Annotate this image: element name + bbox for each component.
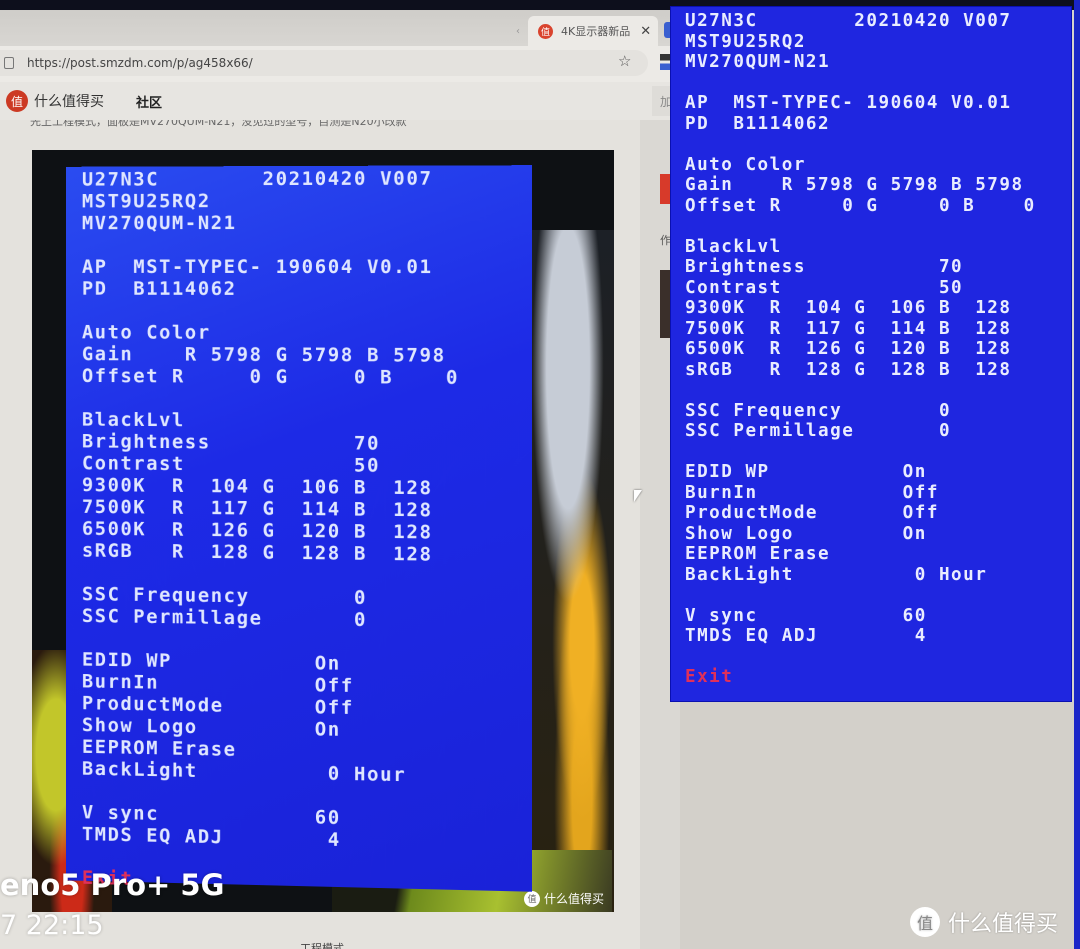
osd-row: Gain R 5798 G 5798 B 5798: [685, 175, 1024, 195]
osd-row: BurnIn Off: [685, 482, 939, 503]
osd-row: PD B1114062: [685, 113, 831, 134]
phone-model-watermark: eno5 Pro+ 5G: [0, 868, 225, 902]
osd-row: ProductMode Off: [685, 503, 939, 523]
osd-spacer: [685, 73, 1071, 94]
osd-row: Offset R 0 G 0 B 0: [685, 195, 1036, 216]
smzdm-logo-icon[interactable]: 值: [6, 90, 28, 112]
osd-spacer: [685, 380, 1071, 401]
screen-edge: [1074, 0, 1080, 949]
osd-row: 9300K R 104 G 106 B 128: [685, 298, 1012, 318]
image-caption: 工程模式: [300, 942, 344, 949]
osd-row: BlackLvl: [81, 408, 185, 432]
site-name[interactable]: 什么值得买: [34, 91, 104, 111]
address-bar: https://post.smzdm.com/p/ag458x66/ ☆: [0, 46, 680, 82]
photo-watermark: 值 什么值得买: [524, 890, 604, 907]
url-text: https://post.smzdm.com/p/ag458x66/: [27, 56, 253, 70]
star-plus-icon[interactable]: ☆: [618, 52, 631, 70]
osd-row: U27N3C 20210420 V007: [81, 167, 433, 191]
browser-tab-active[interactable]: 值 4K显示器新品 ✕: [528, 16, 658, 46]
phone-timestamp: 7 22:15: [0, 910, 104, 941]
osd-spacer: [685, 442, 1071, 463]
osd-factory-menu: U27N3C 20210420 V007 MST9U25RQ2 MV270QUM-N…: [670, 6, 1072, 702]
osd-row: BlackLvl: [685, 236, 782, 257]
osd-row: Auto Color: [81, 321, 211, 344]
osd-row: MV270QUM-N21: [81, 212, 237, 235]
osd-row: Gain R 5798 G 5798 B 5798: [81, 343, 446, 367]
osd-spacer: [685, 134, 1071, 155]
osd-row: U27N3C 20210420 V007: [685, 11, 1012, 31]
osd-spacer: [82, 387, 532, 412]
osd-row: BackLight 0 Hour: [685, 564, 988, 585]
osd-spacer: [685, 585, 1071, 606]
osd-row: sRGB R 128 G 128 B 128: [685, 359, 1012, 380]
lock-icon: [4, 57, 14, 69]
extension-icon[interactable]: [660, 54, 670, 70]
smzdm-favicon-icon: 值: [538, 23, 553, 39]
tab-title: 4K显示器新品: [561, 25, 631, 38]
osd-row: MST9U25RQ2: [81, 190, 211, 213]
osd-spacer: [685, 216, 1071, 237]
watermark-text: 什么值得买: [544, 892, 605, 906]
osd-row: MV270QUM-N21: [685, 52, 831, 72]
smzdm-corner-icon: 值: [910, 907, 940, 937]
osd-row: 6500K R 126 G 120 B 128: [685, 339, 1012, 359]
osd-spacer: [82, 300, 532, 323]
nav-community[interactable]: 社区: [136, 92, 162, 111]
url-input[interactable]: https://post.smzdm.com/p/ag458x66/: [0, 50, 648, 76]
osd-row: SSC Permillage 0: [685, 421, 952, 441]
osd-row: TMDS EQ ADJ 4: [685, 626, 927, 646]
corner-watermark: 值 什么值得买: [910, 906, 1058, 938]
osd-row: MST9U25RQ2: [685, 31, 806, 52]
osd-exit-item[interactable]: Exit: [685, 667, 1071, 688]
osd-row: Auto Color: [685, 154, 806, 175]
corner-watermark-text: 什么值得买: [948, 912, 1059, 937]
osd-spacer: [685, 647, 1071, 668]
osd-row: Contrast 50: [685, 277, 964, 298]
site-header: 值 什么值得买 社区 加: [0, 82, 680, 120]
tab-scroll-left-icon[interactable]: ‹: [516, 26, 520, 37]
osd-row: AP MST-TYPEC- 190604 V0.01: [81, 255, 433, 279]
osd-row: SSC Frequency 0: [685, 400, 952, 421]
osd-spacer: [82, 234, 532, 256]
osd-row: EEPROM Erase: [685, 544, 831, 564]
osd-row: Offset R 0 G 0 B 0: [81, 365, 460, 389]
osd-row: V sync 60: [685, 605, 927, 626]
mouse-cursor-icon: [634, 490, 642, 502]
osd-row: PD B1114062: [81, 277, 237, 300]
article-snippet: 先上工程模式，面板是MV270QUM-N21，没见过的型号，目测是N20小改款: [30, 120, 407, 128]
osd-row: AP MST-TYPEC- 190604 V0.01: [685, 93, 1012, 113]
osd-row: Show Logo On: [685, 523, 927, 544]
osd-row: EDID WP On: [685, 462, 927, 482]
osd-row: 7500K R 117 G 114 B 128: [685, 318, 1012, 339]
tab-close-icon[interactable]: ✕: [640, 24, 651, 39]
osd-factory-menu-photo: U27N3C 20210420 V007 MST9U25RQ2 MV270QUM-N…: [66, 165, 532, 892]
osd-row: Brightness 70: [685, 257, 964, 277]
